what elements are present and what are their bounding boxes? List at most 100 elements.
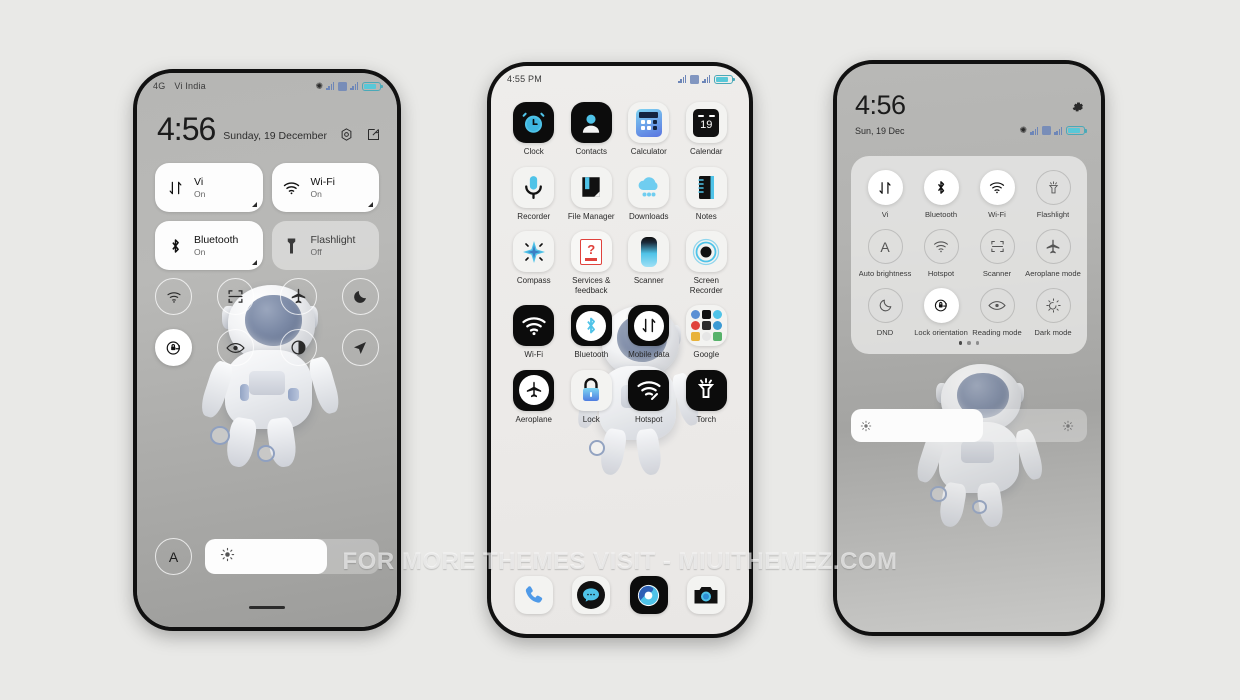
cc-tile-wifi[interactable]: Wi-Fi [969,170,1025,219]
auto-brightness-icon: A [867,229,903,264]
tile-expand-corner[interactable] [251,202,257,207]
cc-tile-scanner[interactable]: Scanner [969,229,1025,278]
cc-tile-auto-brightness[interactable]: A Auto brightness [857,229,913,278]
cc-tile-label: Vi [881,210,889,219]
app-torch[interactable]: Torch [678,369,736,425]
cc-tile-reading-mode[interactable]: Reading mode [969,288,1025,337]
cc-tile-label: Aeroplane mode [1025,269,1081,278]
signal-bars-icon-1 [326,82,335,90]
tile-dnd[interactable] [341,278,379,315]
cc-tile-lock-orientation[interactable]: Lock orientation [913,288,969,337]
tile-location[interactable] [341,329,379,366]
settings-gear-icon[interactable] [339,127,354,142]
tile-wifi[interactable]: Wi-Fi On [271,163,379,212]
cc-tile-label: Scanner [982,269,1012,278]
tile-state: On [194,246,206,257]
tile-lock-orientation[interactable] [155,329,192,366]
app-hotspot[interactable]: Hotspot [620,369,678,425]
app-notes[interactable]: Notes [678,166,736,222]
app-label: Recorder [517,211,551,221]
mobile-data-icon [165,180,185,196]
cc-tile-label: Reading mode [972,328,1022,337]
app-wifi[interactable]: Wi-Fi [505,305,563,360]
tile-mobile-data[interactable]: Vi On [155,163,263,212]
edit-icon[interactable] [366,127,381,142]
app-lock[interactable]: Lock [563,369,621,425]
camera-dock-icon[interactable] [687,576,726,614]
scanner-icon [979,229,1015,264]
page-dot-3[interactable] [975,341,980,345]
cc-tile-hotspot[interactable]: Hotspot [913,229,969,278]
app-downloads[interactable]: Downloads [620,166,678,222]
app-services-feedback[interactable]: ? Services & feedback [563,231,621,295]
app-scanner[interactable]: Scanner [620,231,678,295]
cc-tile-bluetooth[interactable]: Bluetooth [913,170,969,219]
app-aeroplane[interactable]: Aeroplane [505,369,563,425]
app-grid: Clock Contacts Calculator 19 Calendar Re… [505,102,735,425]
app-compass[interactable]: Compass [505,231,563,295]
cc-tile-vi[interactable]: Vi [857,170,913,219]
phone-dock-icon[interactable] [514,576,553,614]
tile-reading-mode[interactable] [217,329,255,366]
messages-dock-icon[interactable] [572,576,611,614]
phone-control-center: 4:56 Sun, 19 Dec ✺ Vi Bluetooth Wi-Fi Fl… [833,60,1105,636]
app-calendar[interactable]: 19 Calendar [678,102,736,157]
bluetooth-icon [165,237,185,255]
cc-brightness-slider[interactable] [851,409,1087,442]
calculator-app-icon [628,102,670,143]
tile-scanner[interactable] [217,278,255,315]
aeroplane-app-icon [513,369,555,411]
settings-gear-icon[interactable] [1069,99,1085,120]
cc-tile-dnd[interactable]: DND [857,288,913,337]
app-google-folder[interactable]: Google [678,305,736,360]
cc-page-dots[interactable] [857,341,1081,345]
tile-dark-mode[interactable] [279,329,317,366]
cc-tile-flashlight[interactable]: Flashlight [1025,170,1081,219]
app-label: Aeroplane [515,414,552,424]
brightness-slider[interactable] [205,539,379,574]
tile-flashlight[interactable]: Flashlight Off [271,221,379,270]
tile-aeroplane[interactable] [279,278,317,315]
cc-tile-label: Flashlight [1036,210,1070,219]
tile-state: On [310,188,322,199]
app-label: Google [693,350,720,360]
phone3-screen: 4:56 Sun, 19 Dec ✺ Vi Bluetooth Wi-Fi Fl… [837,64,1101,632]
mobile-data-icon [867,170,903,205]
mobile-data-app-icon [628,305,670,347]
app-recorder[interactable]: Recorder [505,166,563,222]
app-mobile-data[interactable]: Mobile data [620,305,678,360]
tile-expand-corner[interactable] [368,202,373,207]
cc-tile-aeroplane-mode[interactable]: Aeroplane mode [1025,229,1081,278]
home-indicator[interactable] [249,606,285,609]
nfc-status-icon [338,81,347,91]
bluetooth-app-icon [570,305,612,347]
wifi-app-icon [513,305,555,347]
app-label: Downloads [628,211,669,221]
tile-expand-corner[interactable] [251,260,257,265]
cc-tile-dark-mode[interactable]: Dark mode [1025,288,1081,337]
cc-tile-label: Hotspot [927,269,955,278]
compass-app-icon [513,231,555,273]
app-label: File Manager [567,211,615,221]
app-label: Contacts [575,147,608,156]
app-contacts[interactable]: Contacts [563,102,621,157]
app-calculator[interactable]: Calculator [620,102,678,157]
nfc-status-icon [690,74,699,84]
tile-bluetooth[interactable]: Bluetooth On [155,221,263,270]
status-carrier-name: Vi India [174,81,206,91]
browser-dock-icon[interactable] [629,576,668,614]
app-clock[interactable]: Clock [505,102,563,157]
app-bluetooth[interactable]: Bluetooth [563,305,621,360]
page-dot-1[interactable] [958,341,963,345]
flashlight-icon [1035,170,1071,205]
app-label: Bluetooth [574,350,609,360]
page-dot-2[interactable] [967,341,971,345]
tile-hotspot[interactable] [155,278,192,315]
cc-toggles-panel: Vi Bluetooth Wi-Fi Flashlight A Auto bri… [851,156,1087,354]
app-label: Clock [523,147,544,156]
app-label: Wi-Fi [524,350,544,360]
app-label: Hotspot [634,414,663,424]
auto-brightness-toggle[interactable]: A [155,538,192,575]
app-file-manager[interactable]: File Manager [563,166,621,222]
app-screen-recorder[interactable]: Screen Recorder [678,231,736,295]
